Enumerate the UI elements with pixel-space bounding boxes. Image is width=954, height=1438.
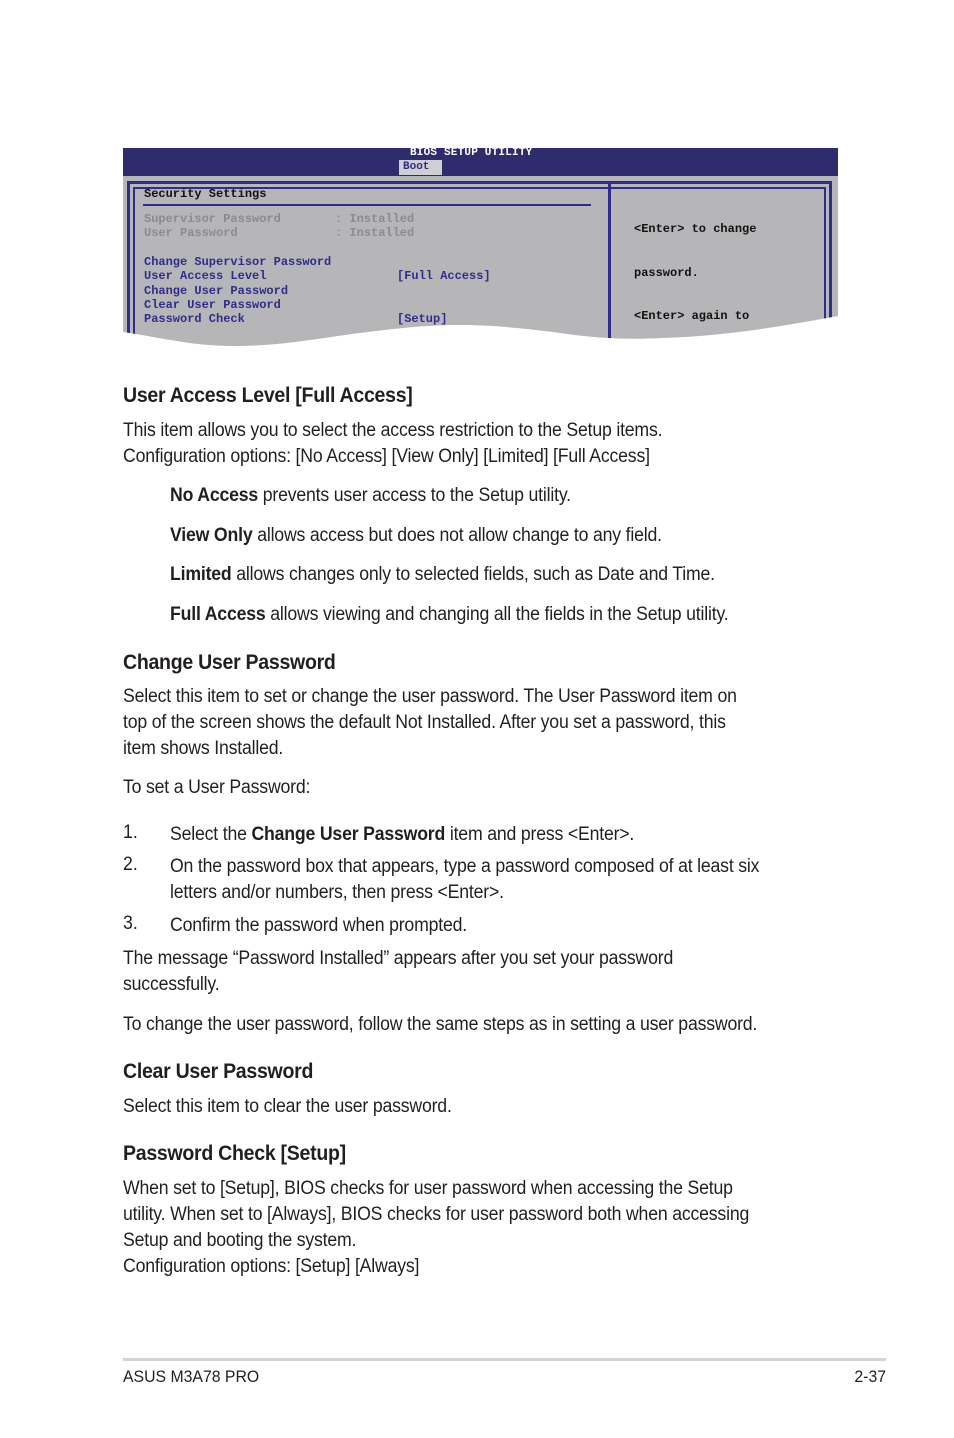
- heading-user-access-level: User Access Level [Full Access]: [123, 384, 413, 407]
- heading-change-user-password: Change User Password: [123, 651, 336, 674]
- tab-boot[interactable]: Boot: [399, 160, 442, 175]
- paragraph: To set a User Password:: [123, 777, 311, 798]
- paragraph: Setup and booting the system.: [123, 1230, 357, 1251]
- step-3: Confirm the password when prompted.: [170, 915, 467, 936]
- bios-header: BIOS SETUP UTILITY Boot: [123, 148, 838, 176]
- menu-change-supervisor-password[interactable]: Change Supervisor Password: [144, 255, 331, 270]
- step-number: 3.: [123, 913, 138, 934]
- menu-clear-user-password[interactable]: Clear User Password: [144, 298, 281, 313]
- option-no-access: No Access prevents user access to the Se…: [170, 485, 571, 506]
- heading-clear-user-password: Clear User Password: [123, 1060, 314, 1083]
- section-title: Security Settings: [144, 187, 267, 201]
- option-full-access: Full Access allows viewing and changing …: [170, 604, 729, 625]
- step-number: 1.: [123, 822, 138, 843]
- menu-user-access-level[interactable]: User Access Level: [144, 269, 266, 284]
- bios-title: BIOS SETUP UTILITY: [410, 148, 533, 159]
- user-access-level-value[interactable]: [Full Access]: [397, 269, 491, 284]
- info-user-password-value: : Installed: [335, 226, 415, 240]
- paragraph: Configuration options: [Setup] [Always]: [123, 1256, 420, 1277]
- step-2-line: letters and/or numbers, then press <Ente…: [170, 882, 504, 903]
- heading-password-check: Password Check [Setup]: [123, 1142, 346, 1165]
- bios-screenshot: BIOS SETUP UTILITY Boot Security Setting…: [123, 148, 838, 363]
- paragraph: To change the user password, follow the …: [123, 1014, 758, 1035]
- step-1: Select the Change User Password item and…: [170, 824, 635, 845]
- footer-rule: [123, 1358, 886, 1361]
- paragraph: top of the screen shows the default Not …: [123, 712, 726, 733]
- info-user-password-label: User Password: [144, 226, 281, 240]
- paragraph: Configuration options: [No Access] [View…: [123, 446, 650, 467]
- step-2-line: On the password box that appears, type a…: [170, 856, 760, 877]
- paragraph: Select this item to clear the user passw…: [123, 1096, 452, 1117]
- info-supervisor-password-label: Supervisor Password: [144, 212, 281, 226]
- help-line: password.: [634, 265, 699, 280]
- paragraph: utility. When set to [Always], BIOS chec…: [123, 1204, 750, 1225]
- paragraph: The message “Password Installed” appears…: [123, 948, 674, 969]
- paragraph: When set to [Setup], BIOS checks for use…: [123, 1178, 733, 1199]
- info-supervisor-password-value: : Installed: [335, 212, 415, 226]
- footer-product: ASUS M3A78 PRO: [123, 1367, 260, 1386]
- paragraph: This item allows you to select the acces…: [123, 420, 663, 441]
- paragraph: Select this item to set or change the us…: [123, 686, 737, 707]
- section-underline: [143, 204, 591, 206]
- option-view-only: View Only allows access but does not all…: [170, 525, 662, 546]
- footer-page-number: 2-37: [854, 1367, 886, 1386]
- paragraph: item shows Installed.: [123, 738, 284, 759]
- torn-edge: [123, 316, 838, 363]
- step-number: 2.: [123, 854, 138, 875]
- menu-change-user-password[interactable]: Change User Password: [144, 284, 288, 299]
- option-limited: Limited allows changes only to selected …: [170, 564, 715, 585]
- paragraph: successfully.: [123, 974, 220, 995]
- help-line: <Enter> to change: [634, 222, 757, 236]
